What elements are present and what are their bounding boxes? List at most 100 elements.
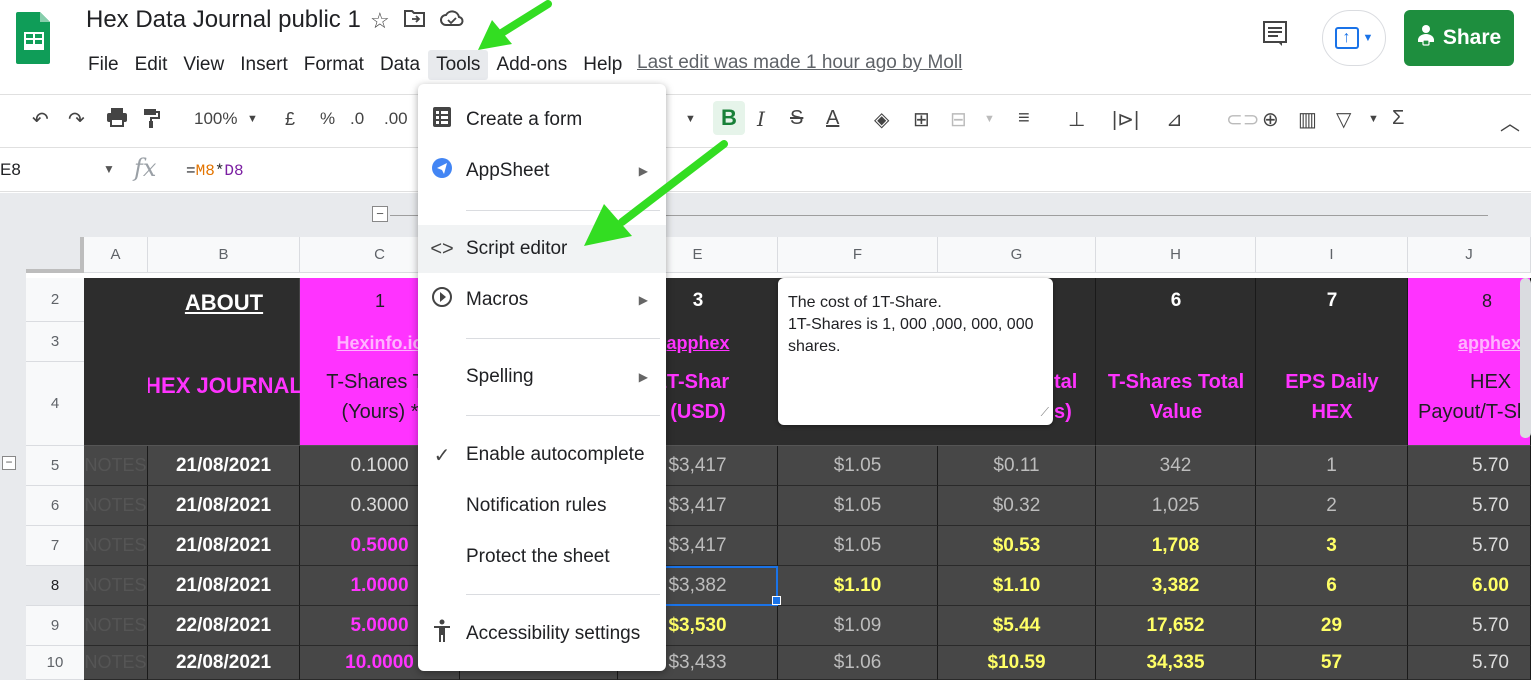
h-cell[interactable]: 342 [1096, 446, 1256, 486]
menu-data[interactable]: Data [372, 50, 428, 80]
row-header-9[interactable]: 9 [26, 606, 84, 646]
vertical-align-icon[interactable]: ⊥ [1068, 107, 1085, 132]
g-cell[interactable]: $10.59 [938, 646, 1096, 680]
fill-color-icon[interactable]: ◈ [874, 107, 889, 132]
menu-edit[interactable]: Edit [127, 50, 176, 80]
resize-handle-icon[interactable]: ⟋ [1041, 401, 1049, 423]
notes-cell[interactable]: NOTES [84, 606, 148, 646]
h-cell[interactable]: 1,025 [1096, 486, 1256, 526]
date-cell[interactable]: 22/08/2021 [148, 646, 300, 680]
currency-format-button[interactable]: £ [285, 109, 295, 130]
borders-icon[interactable]: ⊞ [913, 107, 930, 132]
name-box[interactable]: E8 [0, 160, 21, 180]
last-edit-link[interactable]: Last edit was made 1 hour ago by Moll [637, 52, 962, 74]
menu-view[interactable]: View [175, 50, 232, 80]
row-header-8[interactable]: 8 [26, 566, 84, 606]
row-header-10[interactable]: 10 [26, 646, 84, 680]
notes-cell[interactable]: NOTES [84, 646, 148, 680]
j-cell[interactable]: 5.70 [1408, 486, 1531, 526]
column-header-j[interactable]: J [1408, 237, 1531, 273]
cell-note-popup[interactable]: The cost of 1T-Share. 1T-Shares is 1, 00… [778, 278, 1053, 425]
date-cell[interactable]: 21/08/2021 [148, 486, 300, 526]
f-cell[interactable]: $1.05 [778, 526, 938, 566]
formula-input[interactable]: =M8*D8 [186, 162, 244, 180]
filter-icon[interactable]: ▽ [1336, 107, 1351, 132]
undo-icon[interactable]: ↶ [32, 107, 49, 132]
j-cell[interactable]: 6.00 [1408, 566, 1531, 606]
g-cell[interactable]: $5.44 [938, 606, 1096, 646]
row-header-2[interactable]: 2 [26, 278, 84, 322]
menu-item-notification-rules[interactable]: Notification rules [418, 482, 666, 530]
row-header-7[interactable]: 7 [26, 526, 84, 566]
document-title[interactable]: Hex Data Journal public 1 [86, 6, 361, 34]
menu-tools[interactable]: Tools [428, 50, 489, 80]
g-cell[interactable]: $0.11 [938, 446, 1096, 486]
h-cell[interactable]: 3,382 [1096, 566, 1256, 606]
g-cell[interactable]: $1.10 [938, 566, 1096, 606]
i-cell[interactable]: 57 [1256, 646, 1408, 680]
share-button[interactable]: Share [1404, 10, 1514, 66]
menu-item-appsheet[interactable]: AppSheet ▶ [418, 147, 666, 195]
increase-decimal-button[interactable]: .00 [384, 109, 408, 129]
i-cell[interactable]: 2 [1256, 486, 1408, 526]
name-box-chevron-icon[interactable]: ▼ [103, 162, 115, 176]
menu-file[interactable]: File [80, 50, 127, 80]
i-cell[interactable]: 29 [1256, 606, 1408, 646]
menu-addons[interactable]: Add-ons [488, 50, 575, 80]
notes-cell[interactable]: NOTES [84, 446, 148, 486]
menu-help[interactable]: Help [575, 50, 630, 80]
i-cell[interactable]: 6 [1256, 566, 1408, 606]
column-header-h[interactable]: H [1096, 237, 1256, 273]
comment-history-icon[interactable] [1262, 20, 1288, 55]
text-color-button[interactable]: A [826, 107, 839, 130]
cloud-status-icon[interactable] [439, 8, 464, 34]
filter-chevron-icon[interactable]: ▼ [1368, 113, 1379, 125]
text-rotation-icon[interactable]: ⊿ [1166, 107, 1183, 132]
column-header-g[interactable]: G [938, 237, 1096, 273]
row-header-5[interactable]: 5 [26, 446, 84, 486]
date-cell[interactable]: 22/08/2021 [148, 606, 300, 646]
j-cell[interactable]: 5.70 [1408, 646, 1531, 680]
row-header-6[interactable]: 6 [26, 486, 84, 526]
menu-item-script-editor[interactable]: <> Script editor [418, 225, 666, 273]
vertical-scrollbar[interactable] [1520, 278, 1531, 438]
row-header-3[interactable]: 3 [26, 322, 84, 362]
h-cell[interactable]: 34,335 [1096, 646, 1256, 680]
menu-item-protect-sheet[interactable]: Protect the sheet [418, 533, 666, 581]
column-header-f[interactable]: F [778, 237, 938, 273]
notes-cell[interactable]: NOTES [84, 526, 148, 566]
sheets-logo-icon[interactable] [16, 10, 52, 66]
about-link[interactable]: ABOUT [148, 286, 300, 320]
f-cell[interactable]: $1.06 [778, 646, 938, 680]
star-icon[interactable]: ☆ [370, 8, 390, 34]
collapse-group-icon[interactable]: − [372, 206, 388, 222]
apphex-link-e[interactable]: apphex [666, 326, 730, 360]
italic-button[interactable]: I [757, 107, 765, 131]
insert-link-icon[interactable]: ⊂⊃ [1226, 107, 1260, 132]
menu-item-create-form[interactable]: Create a form [418, 96, 666, 144]
menu-insert[interactable]: Insert [232, 50, 296, 80]
collapse-row-group-icon[interactable]: − [2, 456, 16, 470]
strikethrough-button[interactable]: S [790, 107, 803, 130]
g-cell[interactable]: $0.53 [938, 526, 1096, 566]
zoom-chevron-icon[interactable]: ▼ [247, 113, 258, 125]
f-cell[interactable]: $1.05 [778, 446, 938, 486]
bold-button[interactable]: B [713, 101, 745, 135]
percent-format-button[interactable]: % [320, 109, 335, 129]
merge-chevron-icon[interactable]: ▼ [984, 113, 995, 125]
i-cell[interactable]: 3 [1256, 526, 1408, 566]
column-header-i[interactable]: I [1256, 237, 1408, 273]
print-icon[interactable] [106, 107, 128, 133]
f-cell[interactable]: $1.10 [778, 566, 938, 606]
menu-format[interactable]: Format [296, 50, 372, 80]
select-all-corner[interactable] [26, 237, 84, 273]
column-header-b[interactable]: B [148, 237, 300, 273]
h-cell[interactable]: 1,708 [1096, 526, 1256, 566]
f-cell[interactable]: $1.05 [778, 486, 938, 526]
j-cell[interactable]: 5.70 [1408, 606, 1531, 646]
menu-item-macros[interactable]: Macros ▶ [418, 276, 666, 324]
j-cell[interactable]: 5.70 [1408, 446, 1531, 486]
apphex-link-j[interactable]: apphex [1408, 326, 1531, 360]
insert-chart-icon[interactable]: ▥ [1298, 107, 1317, 132]
menu-item-enable-autocomplete[interactable]: ✓ Enable autocomplete [418, 431, 666, 479]
